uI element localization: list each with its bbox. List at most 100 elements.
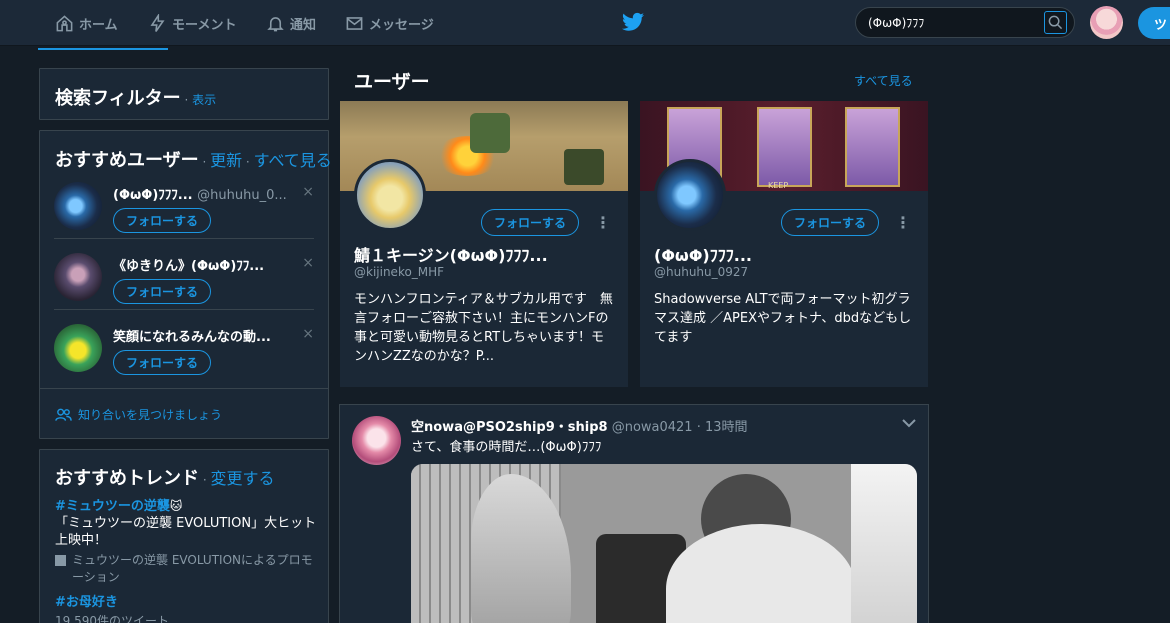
find-friends-link[interactable]: 知り合いを見つけましょう	[55, 406, 222, 423]
lightning-icon	[150, 13, 165, 32]
trends-title: おすすめトレンド	[55, 468, 199, 489]
trend-hashtag[interactable]: #お母好き	[55, 591, 169, 610]
suggested-user-name[interactable]: 《ゆきりん》(ΦωΦ)ﾌﾌ...	[113, 255, 293, 274]
change-trends-link[interactable]: 変更する	[210, 469, 274, 488]
trends-panel: おすすめトレンド · 変更する #ミュウツーの逆襲🐱 「ミュウツーの逆襲 EVO…	[39, 449, 329, 623]
trends-separator: ·	[199, 473, 211, 487]
more-options-icon[interactable]: ⋮	[895, 213, 911, 232]
search-filter-separator: ·	[180, 93, 193, 107]
user-display-name: (ΦωΦ)ﾌﾌﾌ...	[113, 188, 193, 203]
follow-button[interactable]: フォローする	[113, 208, 211, 233]
avatar[interactable]	[54, 182, 102, 230]
user-display-name[interactable]: (ΦωΦ)ﾌﾌﾌ...	[654, 242, 752, 266]
cat-emoji-icon: 🐱	[169, 499, 183, 513]
user-screen-name[interactable]: @huhuhu_0927	[654, 265, 748, 279]
divider	[54, 238, 314, 239]
nav-moments-label: モーメント	[172, 17, 237, 33]
user-card[interactable]: KEEP フォローする ⋮ (ΦωΦ)ﾌﾌﾌ... @huhuhu_0927 S…	[640, 101, 928, 387]
follow-button[interactable]: フォローする	[113, 350, 211, 375]
tweet-button[interactable]: ツ	[1138, 7, 1170, 39]
nav-messages-label: メッセージ	[369, 17, 434, 33]
user-display-name: 《ゆきりん》(ΦωΦ)ﾌﾌ...	[113, 259, 265, 274]
user-avatar[interactable]	[1090, 6, 1123, 39]
suggested-user-1[interactable]: (ΦωΦ)ﾌﾌﾌ... @huhuhu_0... × フォローする	[54, 182, 314, 252]
promoted-by-text: ミュウツーの逆襲 EVOLUTIONによるプロモーション	[72, 553, 313, 584]
twitter-bird-icon[interactable]	[622, 12, 644, 32]
who-to-follow-separator: ·	[198, 155, 211, 169]
search-input[interactable]: (ΦωΦ)ﾌﾌﾌ	[855, 7, 1075, 38]
nav-moments[interactable]: モーメント	[148, 12, 236, 34]
envelope-icon	[346, 16, 363, 30]
nav-active-underline	[38, 48, 168, 50]
follow-button[interactable]: フォローする	[113, 279, 211, 304]
trend-hashtag[interactable]: #ミュウツーの逆襲	[55, 499, 170, 514]
chevron-down-icon[interactable]	[902, 418, 916, 428]
user-screen-name[interactable]: @kijineko_MHF	[354, 265, 444, 279]
tweet-author-name[interactable]: 空nowa@PSO2ship9・ship8	[411, 420, 608, 435]
follow-button-label: フォローする	[493, 216, 566, 230]
users-see-all-link[interactable]: すべて見る	[854, 72, 913, 89]
nav-messages[interactable]: メッセージ	[345, 12, 434, 34]
avatar[interactable]	[354, 159, 426, 231]
user-screen-name: @huhuhu_0...	[197, 188, 287, 203]
trend-description: 「ミュウツーの逆襲 EVOLUTION」大ヒット上映中！	[55, 516, 317, 548]
trend-item[interactable]: #ミュウツーの逆襲🐱 「ミュウツーの逆襲 EVOLUTION」大ヒット上映中！ …	[55, 495, 317, 586]
who-to-follow-panel: おすすめユーザー · 更新 · すべて見る (ΦωΦ)ﾌﾌﾌ... @huhuh…	[39, 130, 332, 439]
bell-icon	[267, 16, 284, 31]
divider	[54, 309, 314, 310]
suggested-user-name[interactable]: (ΦωΦ)ﾌﾌﾌ... @huhuhu_0...	[113, 184, 293, 203]
tweet-button-label: ツ	[1154, 17, 1168, 33]
user-display-name: 笑顔になれるみんなの動...	[113, 330, 271, 345]
search-filter-title: 検索フィルター	[55, 88, 181, 109]
dismiss-icon[interactable]: ×	[302, 326, 314, 342]
follow-button[interactable]: フォローする	[781, 209, 879, 236]
user-display-name[interactable]: 鯖１キージン(ΦωΦ)ﾌﾌﾌ...	[354, 242, 548, 266]
user-bio: Shadowverse ALTで両フォーマット初グラマス達成 ／APEXやフォト…	[654, 292, 912, 345]
tweet-author-screen-name[interactable]: @nowa0421	[612, 420, 693, 435]
nav-home-label: ホーム	[79, 17, 118, 33]
search-filter-panel: 検索フィルター · 表示	[39, 68, 329, 120]
user-card[interactable]: フォローする ⋮ 鯖１キージン(ΦωΦ)ﾌﾌﾌ... @kijineko_MHF…	[340, 101, 628, 387]
refresh-link[interactable]: 更新	[210, 151, 242, 170]
see-all-link[interactable]: すべて見る	[254, 151, 332, 170]
search-query: (ΦωΦ)ﾌﾌﾌ	[868, 16, 925, 30]
promoted-icon	[55, 555, 66, 566]
avatar[interactable]	[352, 416, 401, 465]
tweet[interactable]: 空nowa@PSO2ship9・ship8 @nowa0421 · 13時間 さ…	[339, 404, 929, 623]
follow-button-label: フォローする	[125, 356, 198, 370]
follow-button-label: フォローする	[125, 285, 198, 299]
dismiss-icon[interactable]: ×	[302, 255, 314, 271]
find-friends-label: 知り合いを見つけましょう	[78, 408, 223, 422]
follow-button-label: フォローする	[793, 216, 866, 230]
nav-notifications[interactable]: 通知	[266, 12, 316, 34]
who-to-follow-separator: ·	[242, 155, 254, 169]
nav-home[interactable]: ホーム	[55, 12, 118, 34]
dismiss-icon[interactable]: ×	[302, 184, 314, 200]
avatar[interactable]	[54, 253, 102, 301]
nav-notifications-label: 通知	[290, 17, 317, 33]
follow-button[interactable]: フォローする	[481, 209, 579, 236]
avatar[interactable]	[54, 324, 102, 372]
search-icon[interactable]	[1044, 11, 1067, 34]
tweet-text: さて、食事の時間だ…(ΦωΦ)ﾌﾌﾌ	[411, 440, 602, 455]
suggested-user-2[interactable]: 《ゆきりん》(ΦωΦ)ﾌﾌ... × フォローする	[54, 253, 314, 323]
top-navigation: ホーム モーメント 通知 メッセージ (ΦωΦ)ﾌﾌﾌ ツ	[0, 0, 1170, 46]
trend-item[interactable]: #お母好き 19,590件のツイート	[55, 591, 169, 623]
divider	[40, 388, 328, 389]
users-section-title: ユーザー	[354, 71, 430, 93]
tweet-header: 空nowa@PSO2ship9・ship8 @nowa0421 · 13時間	[411, 416, 748, 435]
tweet-photo[interactable]	[411, 464, 917, 623]
suggested-user-name[interactable]: 笑顔になれるみんなの動...	[113, 326, 293, 345]
home-icon	[56, 14, 73, 31]
follow-button-label: フォローする	[125, 214, 198, 228]
trend-tweet-count: 19,590件のツイート	[55, 614, 169, 623]
avatar[interactable]	[654, 159, 726, 231]
tweet-meta-separator: ·	[692, 420, 705, 435]
tweet-timestamp[interactable]: 13時間	[705, 420, 748, 435]
banner-keep-text: KEEP	[768, 181, 789, 190]
suggested-user-3[interactable]: 笑顔になれるみんなの動... × フォローする	[54, 324, 314, 394]
user-bio: モンハンフロンティア＆サブカル用です 無言フォローご容赦下さい！主にモンハンFの…	[354, 292, 613, 364]
search-filter-show-link[interactable]: 表示	[192, 93, 216, 107]
who-to-follow-title: おすすめユーザー	[55, 150, 199, 171]
more-options-icon[interactable]: ⋮	[595, 213, 611, 232]
